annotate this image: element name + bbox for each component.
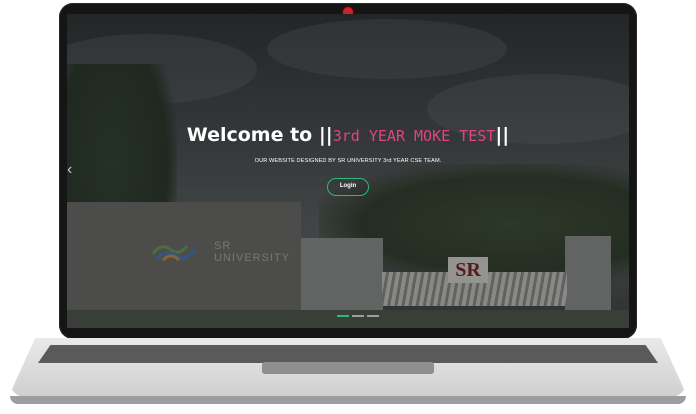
laptop-base-edge <box>10 396 686 404</box>
hero-typed-text: 3rd YEAR MOKE TEST <box>332 127 496 145</box>
hero-title-bar-right: || <box>495 124 510 146</box>
laptop-mockup: SR UNIVERSITY SR ‹ Welcome to ||3rd YEAR… <box>0 0 696 414</box>
laptop-keyboard-deck <box>38 345 658 363</box>
hero-subtitle: OUR WEBSITE DESIGNED BY SR UNIVERSITY 3r… <box>254 158 442 164</box>
hero-title-prefix: Welcome to <box>186 124 313 146</box>
carousel-indicator[interactable] <box>337 315 349 317</box>
hero-title-bar-left: || <box>318 124 333 146</box>
hero-content: Welcome to ||3rd YEAR MOKE TEST|| OUR WE… <box>67 122 629 196</box>
hero-title: Welcome to ||3rd YEAR MOKE TEST|| <box>67 122 629 149</box>
login-button[interactable]: Login <box>326 178 370 196</box>
laptop-trackpad <box>262 362 434 374</box>
screen: SR UNIVERSITY SR ‹ Welcome to ||3rd YEAR… <box>67 14 629 328</box>
carousel-indicator[interactable] <box>352 315 364 317</box>
carousel-indicators <box>337 315 379 317</box>
carousel-indicator[interactable] <box>367 315 379 317</box>
